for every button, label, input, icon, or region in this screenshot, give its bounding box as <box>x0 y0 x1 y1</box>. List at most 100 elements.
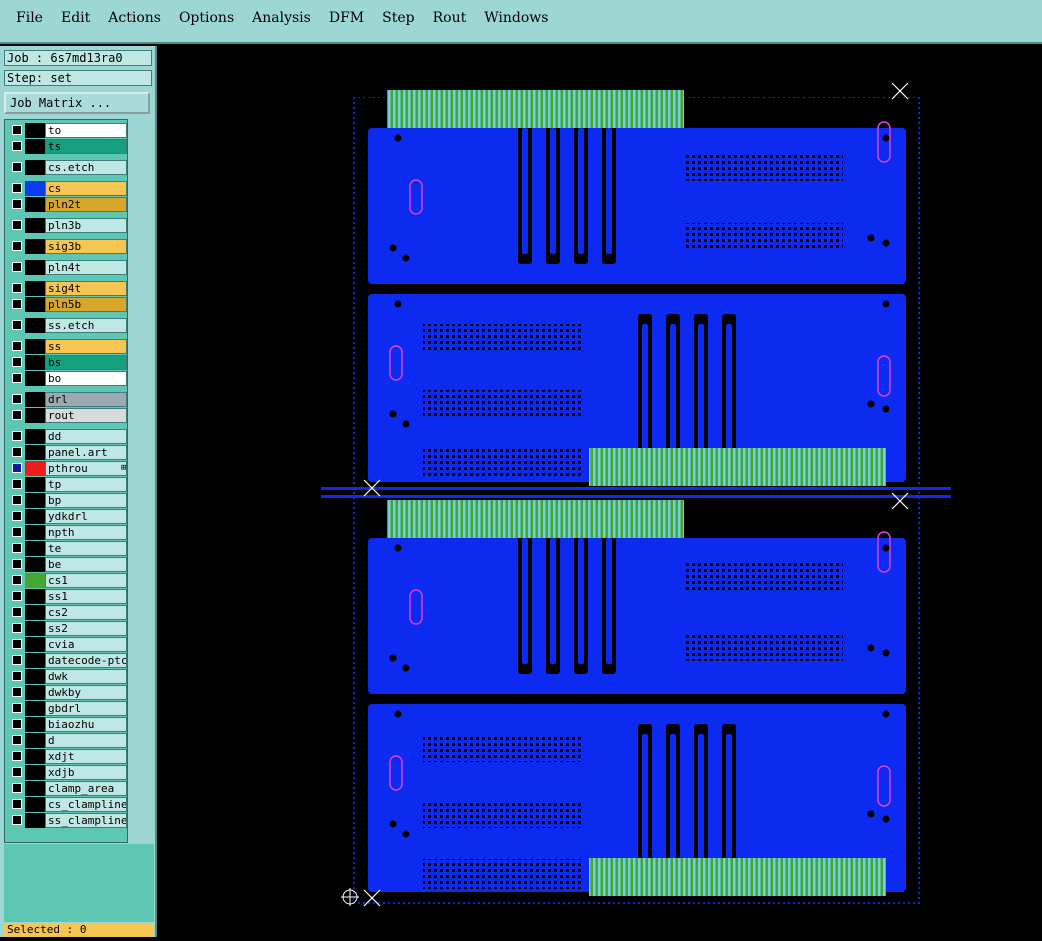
layer-name[interactable]: datecode-ptc <box>45 653 127 668</box>
layer-checkbox[interactable] <box>12 735 22 745</box>
layer-checkbox[interactable] <box>12 783 22 793</box>
layer-row-clamp_area[interactable]: clamp_area <box>9 781 127 796</box>
layer-row-ss.etch[interactable]: ss.etch <box>9 318 127 333</box>
layer-color-swatch[interactable] <box>25 318 45 333</box>
layer-checkbox[interactable] <box>12 141 22 151</box>
layer-checkbox[interactable] <box>12 527 22 537</box>
layer-checkbox[interactable] <box>12 575 22 585</box>
layer-color-swatch[interactable] <box>25 218 45 233</box>
layer-checkbox[interactable] <box>12 431 22 441</box>
layer-checkbox[interactable] <box>12 463 22 473</box>
layer-name[interactable]: npth <box>45 525 127 540</box>
layer-name[interactable]: clamp_area <box>45 781 127 796</box>
layer-row-pln4t[interactable]: pln4t <box>9 260 127 275</box>
layer-color-swatch[interactable] <box>25 797 45 812</box>
layer-row-rout[interactable]: rout <box>9 408 127 423</box>
layer-name[interactable]: pln4t <box>45 260 127 275</box>
layer-color-swatch[interactable] <box>25 429 45 444</box>
layer-checkbox[interactable] <box>12 511 22 521</box>
layer-row-pthrou[interactable]: pthrou ⊞ <box>9 461 127 476</box>
layer-row-bs[interactable]: bs <box>9 355 127 370</box>
layer-checkbox[interactable] <box>12 162 22 172</box>
layer-color-swatch[interactable] <box>25 621 45 636</box>
layer-row-ss1[interactable]: ss1 <box>9 589 127 604</box>
layer-name[interactable]: dwk <box>45 669 127 684</box>
layer-checkbox[interactable] <box>12 543 22 553</box>
layer-name[interactable]: cs_clampline <box>45 797 127 812</box>
layer-color-swatch[interactable] <box>25 181 45 196</box>
layer-row-bp[interactable]: bp <box>9 493 127 508</box>
layer-row-sig3b[interactable]: sig3b <box>9 239 127 254</box>
layer-name[interactable]: sig4t <box>45 281 127 296</box>
layer-row-xdjb[interactable]: xdjb <box>9 765 127 780</box>
layer-name[interactable]: pln5b <box>45 297 127 312</box>
layer-name[interactable]: biaozhu <box>45 717 127 732</box>
layer-color-swatch[interactable] <box>25 637 45 652</box>
layer-color-swatch[interactable] <box>25 477 45 492</box>
layer-row-ss[interactable]: ss <box>9 339 127 354</box>
layer-color-swatch[interactable] <box>25 445 45 460</box>
layer-row-npth[interactable]: npth <box>9 525 127 540</box>
layer-row-dd[interactable]: dd <box>9 429 127 444</box>
layer-color-swatch[interactable] <box>25 733 45 748</box>
layer-row-sig4t[interactable]: sig4t <box>9 281 127 296</box>
layer-checkbox[interactable] <box>12 591 22 601</box>
layer-checkbox[interactable] <box>12 479 22 489</box>
layer-color-swatch[interactable] <box>25 260 45 275</box>
layer-color-swatch[interactable] <box>25 589 45 604</box>
layer-checkbox[interactable] <box>12 559 22 569</box>
pcb-panel-view[interactable] <box>157 46 1042 937</box>
layer-color-swatch[interactable] <box>25 653 45 668</box>
layer-checkbox[interactable] <box>12 373 22 383</box>
menu-step[interactable]: Step <box>373 8 423 28</box>
layer-name[interactable]: d <box>45 733 127 748</box>
menu-dfm[interactable]: DFM <box>320 8 373 28</box>
expand-icon[interactable]: ⊞ <box>121 463 126 473</box>
layer-checkbox[interactable] <box>12 320 22 330</box>
layer-row-d[interactable]: d <box>9 733 127 748</box>
layer-name[interactable]: to <box>45 123 127 138</box>
layer-name[interactable]: pln3b <box>45 218 127 233</box>
layer-color-swatch[interactable] <box>25 197 45 212</box>
layer-name[interactable]: be <box>45 557 127 572</box>
layer-color-swatch[interactable] <box>25 160 45 175</box>
layer-row-cs[interactable]: cs <box>9 181 127 196</box>
layer-name[interactable]: ss1 <box>45 589 127 604</box>
layer-checkbox[interactable] <box>12 767 22 777</box>
layer-name[interactable]: xdjb <box>45 765 127 780</box>
layer-checkbox[interactable] <box>12 241 22 251</box>
layer-name[interactable]: cvia <box>45 637 127 652</box>
layer-checkbox[interactable] <box>12 751 22 761</box>
layer-checkbox[interactable] <box>12 607 22 617</box>
layer-row-ss2[interactable]: ss2 <box>9 621 127 636</box>
layer-color-swatch[interactable] <box>25 557 45 572</box>
layer-name[interactable]: ss_clampline <box>45 813 127 828</box>
layer-color-swatch[interactable] <box>25 239 45 254</box>
layer-color-swatch[interactable] <box>25 461 45 476</box>
layer-color-swatch[interactable] <box>25 573 45 588</box>
layer-checkbox[interactable] <box>12 394 22 404</box>
layer-row-datecode-ptc[interactable]: datecode-ptc <box>9 653 127 668</box>
layer-checkbox[interactable] <box>12 341 22 351</box>
layer-color-swatch[interactable] <box>25 701 45 716</box>
layer-name[interactable]: rout <box>45 408 127 423</box>
layer-checkbox[interactable] <box>12 799 22 809</box>
layer-name[interactable]: cs.etch <box>45 160 127 175</box>
layer-name[interactable]: cs1 <box>45 573 127 588</box>
layer-row-te[interactable]: te <box>9 541 127 556</box>
layer-row-dwkby[interactable]: dwkby <box>9 685 127 700</box>
layer-row-pln3b[interactable]: pln3b <box>9 218 127 233</box>
layer-row-be[interactable]: be <box>9 557 127 572</box>
layer-color-swatch[interactable] <box>25 717 45 732</box>
layer-name[interactable]: dd <box>45 429 127 444</box>
layer-color-swatch[interactable] <box>25 813 45 828</box>
layer-row-bo[interactable]: bo <box>9 371 127 386</box>
layer-checkbox[interactable] <box>12 703 22 713</box>
layer-row-cs1[interactable]: cs1 <box>9 573 127 588</box>
layer-name[interactable]: ydkdrl <box>45 509 127 524</box>
layer-color-swatch[interactable] <box>25 139 45 154</box>
layer-color-swatch[interactable] <box>25 685 45 700</box>
layer-name[interactable]: gbdrl <box>45 701 127 716</box>
layer-row-pln2t[interactable]: pln2t <box>9 197 127 212</box>
layer-color-swatch[interactable] <box>25 749 45 764</box>
